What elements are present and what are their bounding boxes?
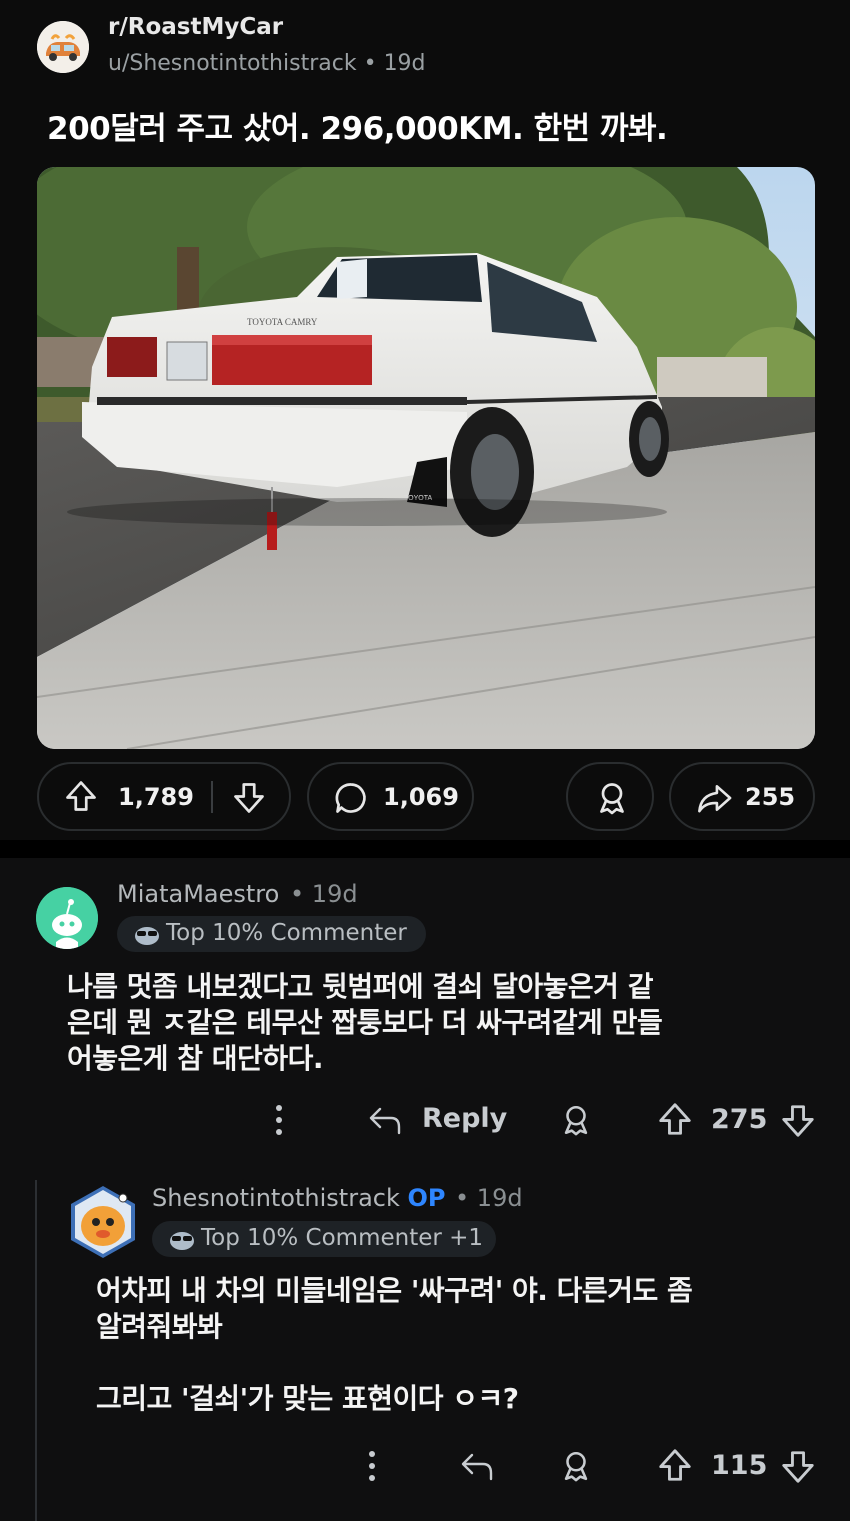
post-author[interactable]: u/Shesnotintothistrack xyxy=(108,51,357,76)
comment-icon xyxy=(333,780,369,820)
reply-icon[interactable] xyxy=(459,1449,495,1487)
comment-score: 115 xyxy=(711,1450,768,1481)
comments-button[interactable]: 1,069 xyxy=(307,762,474,831)
upvote-icon[interactable] xyxy=(656,1100,694,1142)
share-button[interactable]: 255 xyxy=(669,762,815,831)
reply-button[interactable]: Reply xyxy=(367,1101,507,1141)
thread-line[interactable] xyxy=(35,1180,37,1521)
vote-divider xyxy=(211,781,213,813)
comment-author: Shesnotintothistrack OP xyxy=(152,1184,446,1212)
commenter-badge: Top 10% Commenter +1 xyxy=(152,1221,496,1257)
post-title[interactable]: 200달러 주고 샀어. 296,000KM. 한번 까봐. xyxy=(47,103,668,148)
award-icon xyxy=(594,780,630,820)
comment-author-name[interactable]: Shesnotintothistrack xyxy=(152,1184,400,1212)
more-icon[interactable] xyxy=(264,1103,294,1141)
reply-label: Reply xyxy=(422,1103,508,1134)
award-button[interactable] xyxy=(566,762,654,831)
comment-body: 나름 멋좀 내보겠다고 뒷범퍼에 결쇠 달아놓은거 같 은데 뭔 ㅈ같은 테무산… xyxy=(67,970,663,1075)
car-brand-text: TOYOTA CAMRY xyxy=(247,317,318,327)
comment-count: 1,069 xyxy=(383,783,459,811)
share-icon xyxy=(695,780,733,820)
award-icon[interactable] xyxy=(559,1448,593,1488)
sunglasses-badge-icon xyxy=(169,1227,195,1257)
award-icon[interactable] xyxy=(559,1102,593,1142)
upvote-count: 1,789 xyxy=(118,783,194,811)
downvote-icon[interactable] xyxy=(779,1448,817,1490)
post-image[interactable]: TOYOTA TOYOTA CAMRY xyxy=(37,167,815,749)
badge-label: Top 10% Commenter +1 xyxy=(201,1225,484,1251)
comment-age: • 19d xyxy=(290,880,358,908)
commenter-badge: Top 10% Commenter xyxy=(117,916,426,952)
upvote-icon[interactable] xyxy=(656,1446,694,1488)
post-meta: u/Shesnotintothistrack • 19d xyxy=(108,51,426,76)
badge-label: Top 10% Commenter xyxy=(166,920,407,946)
comment-age: • 19d xyxy=(455,1184,523,1212)
post-age: 19d xyxy=(383,51,426,76)
op-tag: OP xyxy=(407,1184,446,1212)
comment-score: 275 xyxy=(711,1104,768,1135)
share-count: 255 xyxy=(745,783,796,811)
upvote-icon[interactable] xyxy=(63,778,99,818)
subreddit-avatar-icon[interactable] xyxy=(37,21,89,73)
sunglasses-badge-icon xyxy=(134,922,160,952)
comment-age-value: 19d xyxy=(311,880,358,908)
meta-separator: • xyxy=(363,51,384,76)
vote-pill: 1,789 xyxy=(37,762,291,831)
more-icon[interactable] xyxy=(357,1449,387,1487)
subreddit-name[interactable]: r/RoastMyCar xyxy=(108,14,283,40)
comment-age-value: 19d xyxy=(476,1184,523,1212)
comment-author[interactable]: MiataMaestro xyxy=(117,880,279,908)
op-avatar[interactable] xyxy=(68,1184,138,1260)
downvote-icon[interactable] xyxy=(779,1102,817,1144)
reply-icon xyxy=(367,1103,403,1141)
post-card: r/RoastMyCar u/Shesnotintothistrack • 19… xyxy=(0,0,850,840)
comment-body: 어차피 내 차의 미들네임은 '싸구려' 야. 다른거도 좀 알려줘봐봐 그리고… xyxy=(96,1274,693,1415)
downvote-icon[interactable] xyxy=(231,780,267,820)
snoo-avatar-icon[interactable] xyxy=(36,887,98,949)
section-divider xyxy=(0,840,850,858)
